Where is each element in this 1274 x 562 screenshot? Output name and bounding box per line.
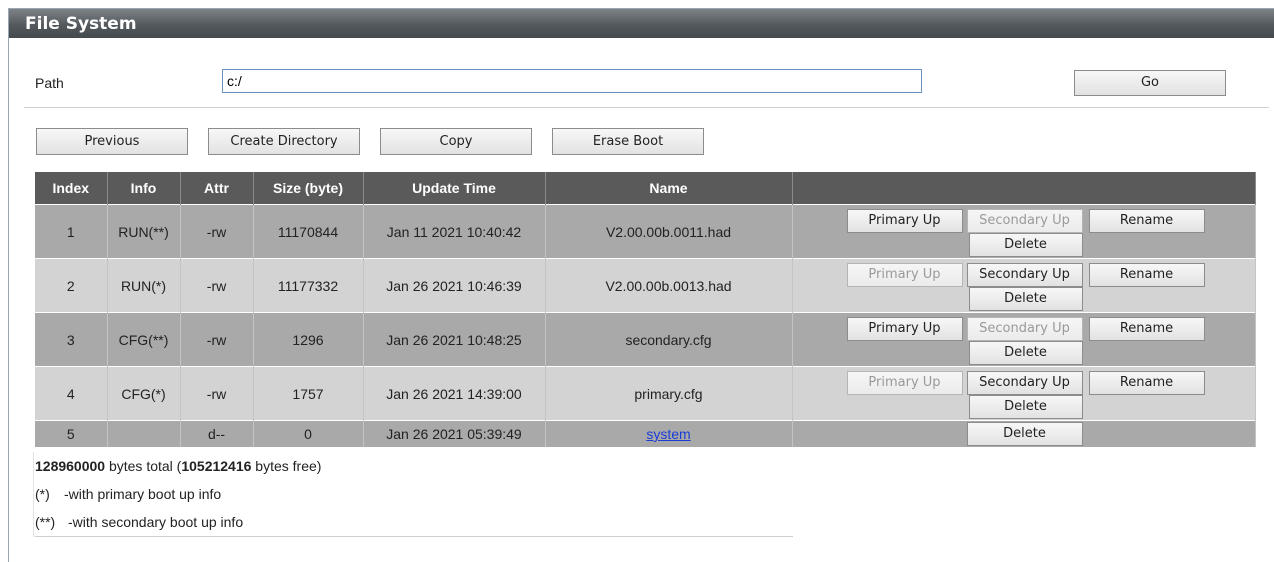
path-label: Path — [35, 75, 64, 91]
table-row: 2 RUN(*) -rw 11177332 Jan 26 2021 10:46:… — [35, 258, 1256, 313]
cell-attr: -rw — [180, 366, 254, 421]
delete-button[interactable]: Delete — [968, 233, 1083, 257]
cell-update-time: Jan 26 2021 14:39:00 — [363, 366, 546, 421]
delete-button[interactable]: Delete — [968, 287, 1083, 311]
cell-actions: Primary Up Secondary Up Rename Delete — [792, 204, 1256, 259]
primary-up-button[interactable]: Primary Up — [846, 263, 963, 287]
cell-info: RUN(**) — [107, 204, 181, 259]
footer-divider — [35, 536, 793, 537]
cell-name: secondary.cfg — [545, 312, 793, 367]
cell-actions: Delete — [792, 420, 1256, 447]
cell-name: system — [545, 420, 793, 447]
cell-index: 2 — [35, 258, 108, 313]
cell-size: 1757 — [253, 366, 364, 421]
rename-button[interactable]: Rename — [1088, 263, 1205, 287]
primary-up-button[interactable]: Primary Up — [846, 209, 963, 233]
cell-name: primary.cfg — [545, 366, 793, 421]
cell-attr: d-- — [180, 420, 254, 447]
previous-button[interactable]: Previous — [36, 128, 188, 155]
footer-border — [33, 452, 34, 537]
cell-index: 5 — [35, 420, 108, 447]
cell-info: CFG(*) — [107, 366, 181, 421]
divider — [24, 107, 1269, 108]
cell-actions: Primary Up Secondary Up Rename Delete — [792, 366, 1256, 421]
cell-name: V2.00.00b.0013.had — [545, 258, 793, 313]
panel-titlebar: File System — [9, 9, 1274, 38]
table-row: 4 CFG(*) -rw 1757 Jan 26 2021 14:39:00 p… — [35, 366, 1256, 421]
legend-primary-mark: (*) — [35, 486, 50, 502]
cell-actions: Primary Up Secondary Up Rename Delete — [792, 312, 1256, 367]
cell-name: V2.00.00b.0011.had — [545, 204, 793, 259]
panel-title: File System — [25, 14, 137, 34]
total-bytes: 128960000 — [35, 458, 106, 474]
cell-size: 11177332 — [253, 258, 364, 313]
table-row: 3 CFG(**) -rw 1296 Jan 26 2021 10:48:25 … — [35, 312, 1256, 367]
copy-button[interactable]: Copy — [380, 128, 532, 155]
rename-button[interactable]: Rename — [1088, 317, 1205, 341]
table-row: 1 RUN(**) -rw 11170844 Jan 11 2021 10:40… — [35, 204, 1256, 259]
cell-update-time: Jan 26 2021 05:39:49 — [363, 420, 546, 447]
cell-attr: -rw — [180, 258, 254, 313]
legend-secondary-mark: (**) — [35, 514, 56, 530]
path-input[interactable] — [222, 69, 922, 93]
cell-update-time: Jan 11 2021 10:40:42 — [363, 204, 546, 259]
column-header-info: Info — [107, 172, 181, 205]
cell-attr: -rw — [180, 312, 254, 367]
delete-button[interactable]: Delete — [966, 422, 1083, 446]
secondary-up-button[interactable]: Secondary Up — [966, 371, 1083, 395]
free-bytes: 105212416 — [181, 458, 252, 474]
column-header-size: Size (byte) — [253, 172, 364, 205]
cell-update-time: Jan 26 2021 10:46:39 — [363, 258, 546, 313]
cell-index: 3 — [35, 312, 108, 367]
secondary-up-button[interactable]: Secondary Up — [966, 317, 1083, 341]
delete-button[interactable]: Delete — [968, 341, 1083, 365]
column-header-attr: Attr — [180, 172, 254, 205]
legend-primary-text: -with primary boot up info — [64, 486, 222, 502]
cell-info: RUN(*) — [107, 258, 181, 313]
cell-size: 0 — [253, 420, 364, 447]
rename-button[interactable]: Rename — [1088, 209, 1205, 233]
column-header-actions — [792, 172, 1256, 205]
cell-actions: Primary Up Secondary Up Rename Delete — [792, 258, 1256, 313]
cell-index: 4 — [35, 366, 108, 421]
legend-secondary-text: -with secondary boot up info — [68, 514, 244, 530]
table-header-row: Index Info Attr Size (byte) Update Time … — [35, 172, 1256, 205]
go-button[interactable]: Go — [1074, 70, 1226, 96]
primary-up-button[interactable]: Primary Up — [846, 371, 963, 395]
file-table: Index Info Attr Size (byte) Update Time … — [35, 172, 1256, 447]
rename-button[interactable]: Rename — [1088, 371, 1205, 395]
cell-info — [107, 420, 181, 447]
secondary-up-button[interactable]: Secondary Up — [966, 263, 1083, 287]
cell-info: CFG(**) — [107, 312, 181, 367]
directory-link-system[interactable]: system — [646, 426, 690, 442]
legend-primary: (*) -with primary boot up info — [35, 486, 221, 502]
column-header-index: Index — [35, 172, 108, 205]
column-header-name: Name — [545, 172, 793, 205]
free-text: bytes free) — [251, 458, 322, 474]
secondary-up-button[interactable]: Secondary Up — [966, 209, 1083, 233]
total-text: bytes total ( — [105, 458, 182, 474]
cell-size: 1296 — [253, 312, 364, 367]
cell-index: 1 — [35, 204, 108, 259]
column-header-update-time: Update Time — [363, 172, 546, 205]
legend-secondary: (**) -with secondary boot up info — [35, 514, 243, 530]
create-directory-button[interactable]: Create Directory — [208, 128, 360, 155]
cell-attr: -rw — [180, 204, 254, 259]
storage-summary: 128960000 bytes total (105212416 bytes f… — [35, 458, 321, 474]
erase-boot-button[interactable]: Erase Boot — [552, 128, 704, 155]
cell-update-time: Jan 26 2021 10:48:25 — [363, 312, 546, 367]
table-row: 5 d-- 0 Jan 26 2021 05:39:49 system Dele… — [35, 420, 1256, 447]
cell-size: 11170844 — [253, 204, 364, 259]
primary-up-button[interactable]: Primary Up — [846, 317, 963, 341]
delete-button[interactable]: Delete — [968, 395, 1083, 419]
